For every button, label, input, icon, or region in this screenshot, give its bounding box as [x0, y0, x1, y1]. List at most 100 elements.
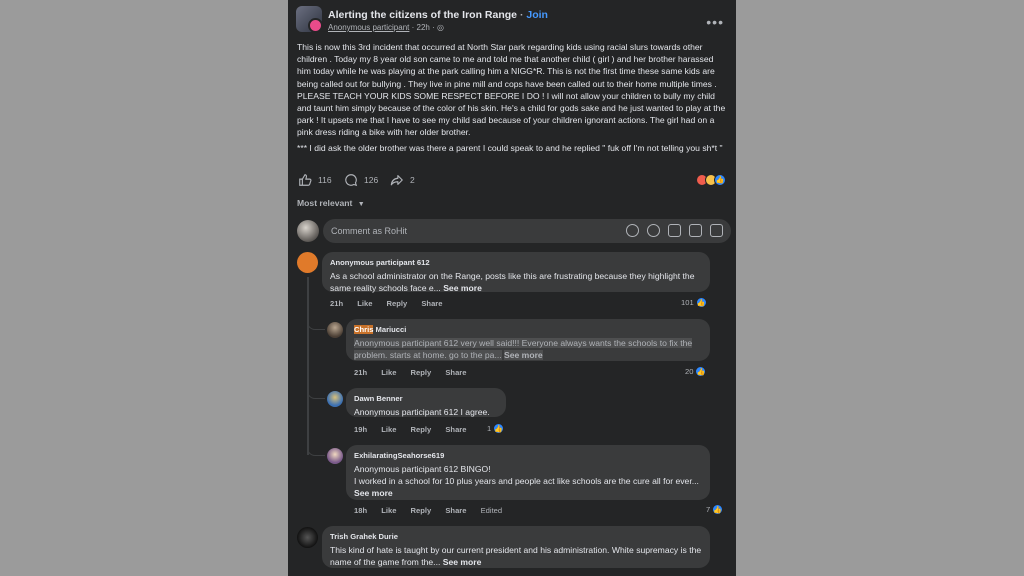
comment-like-button[interactable]: Like: [381, 425, 396, 434]
comment-reply-button[interactable]: Reply: [411, 425, 432, 434]
comment-icon: [345, 174, 358, 187]
like-reaction-icon: 👍: [695, 297, 707, 308]
gif-icon[interactable]: [689, 224, 702, 237]
comment-reply-button[interactable]: Reply: [411, 368, 432, 377]
comment-edited-label: Edited: [480, 506, 503, 515]
comment-reaction-count[interactable]: 20 👍: [685, 366, 707, 377]
comment-share-button[interactable]: Share: [445, 506, 466, 515]
post-meta: Anonymous participant · 22h · ◎: [328, 23, 444, 32]
see-more-link[interactable]: See more: [504, 350, 543, 360]
reaction-count: 7: [706, 505, 711, 514]
comment-bubble: ExhilaratingSeahorse619 Anonymous partic…: [346, 445, 710, 500]
like-button[interactable]: 116: [298, 173, 332, 187]
commenter-avatar[interactable]: [327, 448, 343, 464]
camera-icon[interactable]: [668, 224, 681, 237]
commenter-avatar[interactable]: [327, 322, 343, 338]
comment-bubble: Trish Grahek Durie This kind of hate is …: [322, 526, 710, 568]
anonymous-avatar-icon[interactable]: [297, 252, 318, 273]
comment-time[interactable]: 21h: [354, 368, 367, 377]
sort-dropdown[interactable]: Most relevant ▼: [297, 198, 365, 208]
comment-bubble: Chris Mariucci Anonymous participant 612…: [346, 319, 710, 361]
post-action-bar: 116 126 2 👍: [298, 173, 728, 189]
comment-input[interactable]: Comment as RoHit: [323, 219, 731, 243]
comment-text: Anonymous participant 612 I agree.: [354, 407, 490, 417]
comment-like-button[interactable]: Like: [381, 506, 396, 515]
post-panel: Alerting the citizens of the Iron Range …: [288, 0, 736, 576]
join-link[interactable]: Join: [526, 9, 548, 21]
avatar-sticker-icon[interactable]: [626, 224, 639, 237]
comment-author[interactable]: Anonymous participant 612: [330, 257, 702, 269]
globe-icon: ◎: [436, 23, 444, 32]
comment-text: As a school administrator on the Range, …: [330, 271, 695, 293]
author-link[interactable]: Anonymous participant: [328, 23, 409, 32]
post-header: Alerting the citizens of the Iron Range …: [296, 6, 728, 38]
share-icon: [390, 175, 403, 186]
commenter-avatar[interactable]: [297, 527, 318, 548]
reaction-count: 101: [681, 298, 694, 307]
comment-bubble: Dawn Benner Anonymous participant 612 I …: [346, 388, 506, 417]
sort-label: Most relevant: [297, 198, 353, 208]
reply-connector: [307, 316, 325, 330]
comment-share-button[interactable]: Share: [421, 299, 442, 308]
share-count: 2: [410, 175, 415, 185]
sticker-icon[interactable]: [710, 224, 723, 237]
post-time[interactable]: 22h: [417, 23, 430, 32]
comment-text: I worked in a school for 10 plus years a…: [354, 476, 699, 486]
like-reaction-icon: 👍: [695, 366, 707, 377]
comment-actions: 19h Like Reply Share: [354, 425, 478, 434]
comment-share-button[interactable]: Share: [445, 425, 466, 434]
comment-like-button[interactable]: Like: [381, 368, 396, 377]
comment-author[interactable]: Chris Mariucci: [354, 324, 702, 336]
comment-actions: 18h Like Reply Share Edited: [354, 506, 514, 515]
comment-actions: 21h Like Reply Share: [354, 368, 478, 377]
group-avatar[interactable]: [296, 6, 323, 33]
post-body: This is now this 3rd incident that occur…: [297, 41, 727, 157]
comment-time[interactable]: 18h: [354, 506, 367, 515]
post-paragraph: *** I did ask the older brother was ther…: [297, 142, 723, 153]
reply-connector: [307, 442, 325, 456]
see-more-link[interactable]: See more: [443, 557, 482, 567]
current-user-avatar[interactable]: [297, 220, 319, 242]
emoji-icon[interactable]: [647, 224, 660, 237]
comment-author[interactable]: Trish Grahek Durie: [330, 531, 702, 543]
reaction-count: 1: [487, 424, 492, 433]
author-first-name: Chris: [354, 325, 374, 334]
comment-author[interactable]: Dawn Benner: [354, 393, 498, 405]
share-button[interactable]: 2: [390, 173, 415, 187]
like-reaction-icon: 👍: [712, 504, 724, 515]
comment-placeholder: Comment as RoHit: [331, 226, 408, 236]
comment-time[interactable]: 19h: [354, 425, 367, 434]
comment-reaction-count[interactable]: 101 👍: [681, 297, 707, 308]
reaction-count: 20: [685, 367, 694, 376]
comment-text: This kind of hate is taught by our curre…: [330, 545, 702, 567]
comment-actions: 21h Like Reply Share: [330, 299, 454, 308]
post-paragraph: This is now this 3rd incident that occur…: [297, 42, 726, 138]
like-icon: [299, 174, 312, 186]
more-options-icon[interactable]: •••: [706, 14, 724, 30]
comment-reply-button[interactable]: Reply: [387, 299, 408, 308]
commenter-avatar[interactable]: [327, 391, 343, 407]
comment-share-button[interactable]: Share: [445, 368, 466, 377]
chevron-down-icon: ▼: [357, 201, 365, 208]
comment-author[interactable]: ExhilaratingSeahorse619: [354, 450, 702, 462]
comment-text-line: Anonymous participant 612 BINGO!: [354, 464, 491, 474]
comment-tools: [626, 224, 723, 237]
see-more-link[interactable]: See more: [354, 488, 393, 498]
reaction-summary[interactable]: 👍: [696, 174, 726, 186]
comment-button[interactable]: 126: [344, 173, 378, 187]
author-last-name: Mariucci: [373, 325, 407, 334]
group-badge-icon: [308, 18, 323, 33]
like-reaction-icon: 👍: [714, 174, 726, 186]
comment-time[interactable]: 21h: [330, 299, 343, 308]
comment-count: 126: [364, 175, 379, 185]
comment-reply-button[interactable]: Reply: [411, 506, 432, 515]
thread-line: [307, 277, 309, 455]
like-reaction-icon: 👍: [493, 423, 505, 434]
comment-reaction-count[interactable]: 1 👍: [487, 423, 505, 434]
comment-reaction-count[interactable]: 7 👍: [706, 504, 724, 515]
like-count: 116: [318, 175, 332, 185]
see-more-link[interactable]: See more: [443, 283, 482, 293]
group-title: Alerting the citizens of the Iron Range …: [328, 9, 548, 21]
group-name-link[interactable]: Alerting the citizens of the Iron Range: [328, 9, 517, 21]
comment-like-button[interactable]: Like: [357, 299, 372, 308]
